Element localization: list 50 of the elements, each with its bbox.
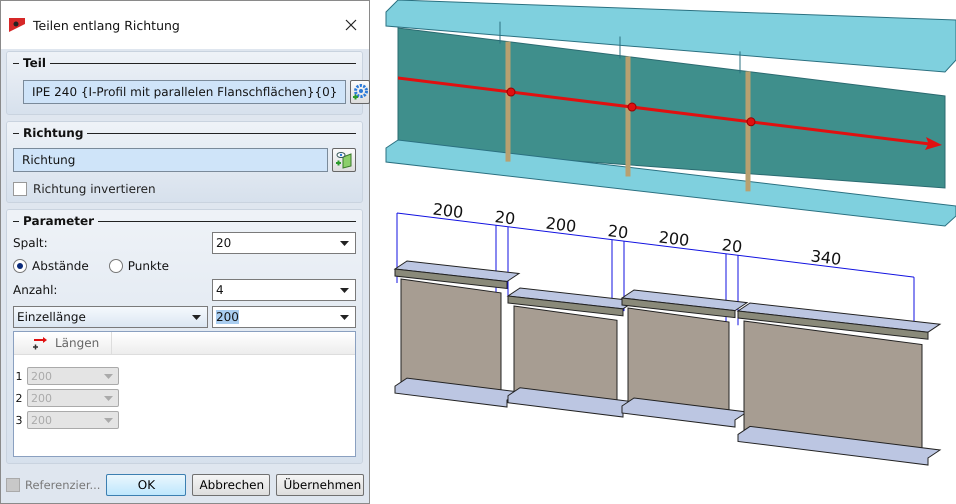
dialog-button[interactable]: Übernehmen [276, 474, 364, 496]
dropdown-caret-icon [340, 314, 349, 320]
dimension-label: 20 [606, 221, 630, 243]
row-number: 1 [14, 370, 24, 382]
dropdown-caret-icon [340, 288, 349, 292]
radio-label: Punkte [128, 259, 170, 273]
checkbox[interactable] [13, 182, 27, 196]
gap-dropdown[interactable]: 20 [212, 232, 356, 254]
dimension-label: 20 [494, 207, 516, 228]
row-number: 3 [14, 414, 24, 426]
eye-plane-icon [335, 151, 353, 169]
add-arrow-icon [32, 336, 48, 350]
dimension-label: 200 [432, 199, 464, 222]
group-heading: Parameter [23, 214, 94, 228]
count-dropdown[interactable]: 4 [212, 279, 356, 301]
radio-button[interactable] [108, 259, 123, 273]
split-point [628, 102, 636, 112]
part-select-button[interactable] [350, 80, 370, 104]
dimension-label: 340 [810, 246, 842, 269]
split-point [506, 88, 516, 96]
window-title: Teilen entlang Richtung [33, 18, 181, 32]
close-icon [345, 19, 357, 31]
dialog-button[interactable]: OK [106, 474, 186, 496]
checkbox-label: Richtung invertieren [33, 182, 156, 196]
dropdown-caret-icon [104, 396, 113, 400]
dimension-label: 200 [544, 213, 578, 236]
dropdown-caret-icon [192, 314, 201, 320]
checkbox-label: Referenzier... [25, 478, 100, 492]
split-point [746, 117, 756, 126]
gear-icon [351, 83, 370, 101]
dropdown-caret-icon [104, 374, 113, 378]
dropdown-caret-icon [104, 418, 113, 422]
length-mode-dropdown[interactable]: Einzellänge [13, 306, 208, 328]
direction-field[interactable]: Richtung [13, 148, 328, 172]
dialog-button[interactable]: Abbrechen [192, 474, 270, 496]
app-logo-icon [9, 18, 25, 32]
extension-line [396, 212, 398, 284]
row-number: 2 [14, 392, 24, 404]
group-heading: Richtung [23, 126, 84, 140]
part-field[interactable]: IPE 240 {I-Profil mit parallelen Flanschflächen}{0} [23, 80, 346, 104]
field-label: Spalt: [13, 236, 48, 250]
length-dropdown[interactable]: 200 [212, 306, 356, 328]
radio-label: Abstände [32, 259, 89, 273]
direction-pick-button[interactable] [332, 148, 356, 172]
group-heading: Teil [23, 56, 46, 70]
dimension-label: 200 [658, 228, 690, 250]
dropdown-caret-icon [340, 240, 349, 246]
dimension-label: 20 [720, 235, 744, 257]
field-label: Anzahl: [13, 283, 58, 297]
radio-button[interactable] [13, 259, 27, 273]
